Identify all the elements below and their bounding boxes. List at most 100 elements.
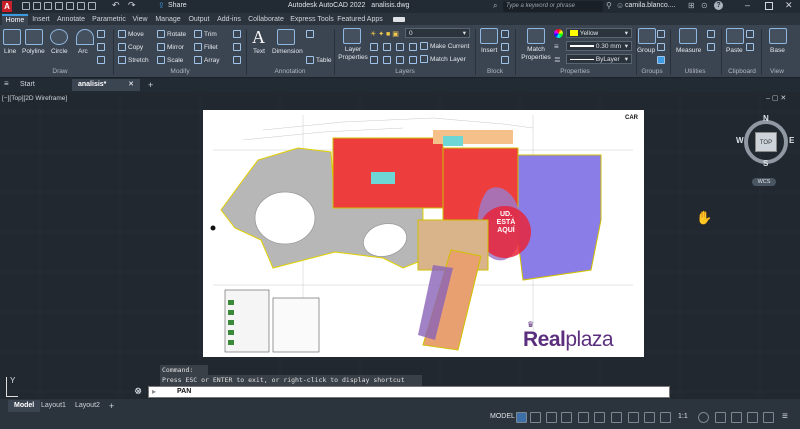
utility-tool-icon[interactable] [707,43,715,51]
tab-annotate[interactable]: Annotate [55,14,87,25]
group-button[interactable]: Group [637,46,655,55]
tab-home[interactable]: Home [2,14,28,25]
compass-west[interactable]: W [736,136,744,145]
rotate-button[interactable]: Rotate [157,30,186,39]
trim-button[interactable]: Trim [194,30,217,39]
search-input[interactable]: Type a keyword or phrase [503,1,603,12]
match-layer-button[interactable]: Match Layer [420,55,466,64]
stretch-button[interactable]: Stretch [118,56,149,65]
command-settings-icon[interactable]: ⚙ [134,386,142,397]
leader-icon[interactable] [306,30,314,38]
web-mobile-icon[interactable] [66,2,74,10]
cart-icon[interactable]: ⊞ [688,1,695,10]
transparency-icon[interactable] [644,412,655,423]
viewport-window-controls[interactable]: – ▢ ✕ [766,94,786,102]
polar-icon[interactable] [561,412,572,423]
tab-analisis[interactable]: analisis* ✕ [72,79,140,91]
close-tab-icon[interactable]: ✕ [128,79,134,91]
base-button[interactable]: Base [770,46,785,55]
panel-title-utilities[interactable]: Utilities [675,67,715,77]
customization-menu-icon[interactable]: ≡ [782,411,788,422]
linetype-dropdown[interactable]: ByLayer ▾ [566,54,632,64]
panel-title-layers[interactable]: Layers [385,67,425,77]
cut-icon[interactable] [746,30,754,38]
layer-tool-icon[interactable] [383,56,391,64]
user-account[interactable]: camila.blanco.... [625,2,676,9]
hardware-acceleration-icon[interactable] [747,412,758,423]
group-tool-icon[interactable] [657,56,665,64]
paste-icon[interactable] [726,28,744,44]
group-tool-icon[interactable] [657,30,665,38]
ortho-icon[interactable] [546,412,557,423]
dimension-button[interactable]: Dimension [272,47,303,56]
base-view-icon[interactable] [769,28,787,44]
copy-clip-icon[interactable] [746,43,754,51]
tab-collaborate[interactable]: Collaborate [246,14,286,25]
insert-button[interactable]: Insert [481,46,497,55]
panel-title-modify[interactable]: Modify [160,67,200,77]
share-button[interactable]: Share [168,2,187,9]
block-tool-icon[interactable] [501,30,509,38]
tab-express-tools[interactable]: Express Tools [289,14,335,25]
layer-state-icons[interactable]: ☀ ✦ ■ ▣ [370,30,399,38]
hatch-icon[interactable] [97,43,105,51]
utility-tool-icon[interactable] [707,30,715,38]
make-current-button[interactable]: Make Current [420,42,469,51]
wcs-menu[interactable]: WCS [752,178,776,186]
line-icon[interactable] [3,29,21,45]
panel-title-groups[interactable]: Groups [636,67,668,77]
line-button[interactable]: Line [4,47,16,56]
new-tab-button[interactable]: + [142,79,159,91]
linetype-icon[interactable]: ≣ [554,55,561,64]
measure-button[interactable]: Measure [676,46,701,55]
scale-button[interactable]: Scale [157,56,183,65]
polyline-button[interactable]: Polyline [22,47,45,56]
offset-icon[interactable] [233,56,241,64]
block-tool-icon[interactable] [501,43,509,51]
arc-button[interactable]: Arc [78,47,88,56]
grid-icon[interactable] [516,412,527,423]
circle-icon[interactable] [50,29,68,45]
lineweight-icon[interactable]: ≡ [554,42,559,51]
mirror-button[interactable]: Mirror [157,43,184,52]
panel-title-annotation[interactable]: Annotation [265,67,315,77]
workspace-gear-icon[interactable] [698,412,709,423]
compass-north[interactable]: N [763,114,769,123]
layer-tool-icon[interactable] [370,56,378,64]
annotation-scale[interactable]: 1:1 [678,413,688,420]
layer-dropdown[interactable]: 0 ▾ [405,28,470,38]
layer-tool-icon[interactable] [383,43,391,51]
drawing-canvas[interactable]: [−][Top][2D Wireframe] – ▢ ✕ CAR UD. EST… [0,92,800,398]
osnap-icon[interactable] [611,412,622,423]
compass-east[interactable]: E [789,136,794,145]
group-icon[interactable] [638,28,656,44]
tab-layout2[interactable]: Layout2 [69,400,106,412]
panel-title-clipboard[interactable]: Clipboard [722,67,762,77]
viewcube-top-face[interactable]: TOP [755,132,777,152]
tab-view[interactable]: View [130,14,150,25]
tab-parametric[interactable]: Parametric [90,14,128,25]
move-button[interactable]: Move [118,30,144,39]
color-dropdown[interactable]: Yellow ▾ [566,28,632,38]
menu-hamburger-icon[interactable]: ≡ [4,79,9,88]
circle-button[interactable]: Circle [51,47,68,56]
dimension-icon[interactable] [277,29,295,45]
compass-south[interactable]: S [763,159,768,168]
tab-featured-apps[interactable]: Featured Apps [337,14,383,25]
tab-layout1[interactable]: Layout1 [35,400,72,412]
save-icon[interactable] [44,2,52,10]
polyline-icon[interactable] [25,29,43,45]
panel-title-draw[interactable]: Draw [40,67,80,77]
undo-icon[interactable]: ↶ [112,0,120,11]
app-logo-icon[interactable]: A [2,1,12,12]
user-icon[interactable]: ☺ [616,1,624,10]
layer-tool-icon[interactable] [409,56,417,64]
close-icon[interactable]: ✕ [785,0,793,11]
model-space-toggle[interactable]: MODEL [490,413,515,420]
explode-icon[interactable] [233,43,241,51]
tab-manage[interactable]: Manage [153,14,183,25]
arc-icon[interactable] [76,29,94,45]
fillet-button[interactable]: Fillet [194,43,218,52]
tab-add-ins[interactable]: Add-ins [215,14,243,25]
add-layout-button[interactable]: + [103,400,120,412]
